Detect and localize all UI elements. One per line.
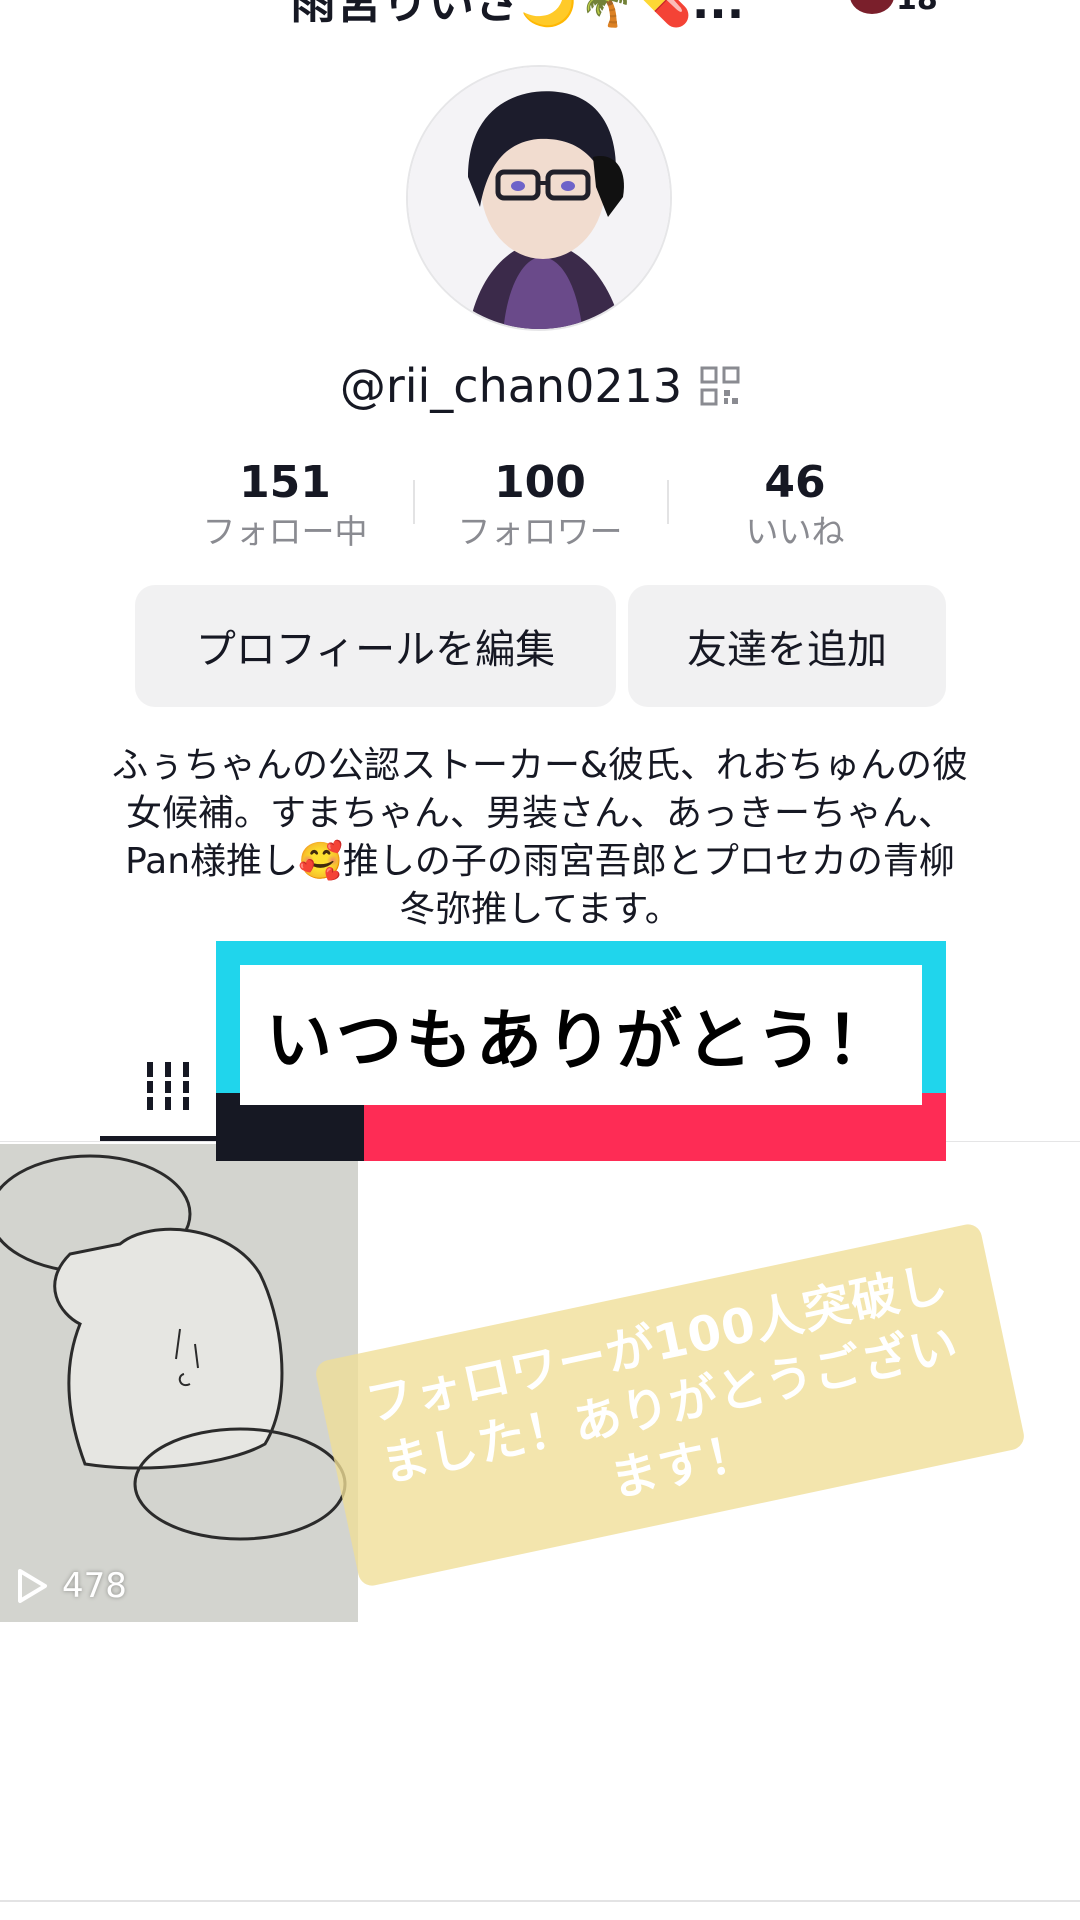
video-thumbnail[interactable]: [0, 1144, 358, 1622]
stat-following-value: 151: [239, 457, 331, 508]
inbox-avatar-icon[interactable]: [850, 0, 894, 14]
play-icon: [18, 1569, 47, 1603]
thanks-banner: いつもありがとう！: [240, 965, 922, 1105]
stat-likes-value: 46: [764, 457, 826, 508]
milestone-note-text: フォロワーが100人突破しました！ありがとうございます！: [361, 1255, 964, 1509]
stat-likes[interactable]: 46 いいね: [680, 456, 910, 554]
qr-code-icon[interactable]: [700, 366, 740, 406]
stat-likes-label: いいね: [745, 512, 845, 551]
play-count-text: 478: [62, 1566, 127, 1606]
bottom-nav-divider: [0, 1900, 1080, 1902]
milestone-note: フォロワーが100人突破しました！ありがとうございます！: [313, 1221, 1027, 1589]
stat-followers-label: フォロワー: [457, 512, 623, 551]
video-play-count: 478: [16, 1566, 127, 1606]
stat-followers[interactable]: 100 フォロワー: [425, 456, 655, 554]
stat-following[interactable]: 151 フォロー中: [170, 456, 400, 554]
stat-following-label: フォロー中: [202, 512, 368, 551]
thanks-banner-text: いつもありがとう！: [266, 1002, 896, 1079]
username: @rii_chan0213: [339, 359, 683, 413]
stat-divider: [413, 480, 415, 524]
avatar[interactable]: [406, 65, 672, 331]
stat-followers-value: 100: [494, 457, 586, 508]
edit-profile-button[interactable]: プロフィールを編集: [135, 585, 616, 707]
add-friend-button[interactable]: 友達を追加: [628, 585, 946, 707]
profile-bio: ふぅちゃんの公認ストーカー&彼氏、れおちゅんの彼女候補。すまちゃん、男装さん、あ…: [111, 745, 969, 930]
profile-header-title: 雨宮りいさ🌙🌴💊...: [290, 0, 745, 29]
avatar-illustration: [408, 67, 670, 329]
stat-divider: [667, 480, 669, 524]
hand-drawn-sketch-image: [0, 1144, 358, 1622]
inbox-count: 18: [896, 0, 938, 17]
videos-grid-icon[interactable]: [145, 1062, 191, 1110]
